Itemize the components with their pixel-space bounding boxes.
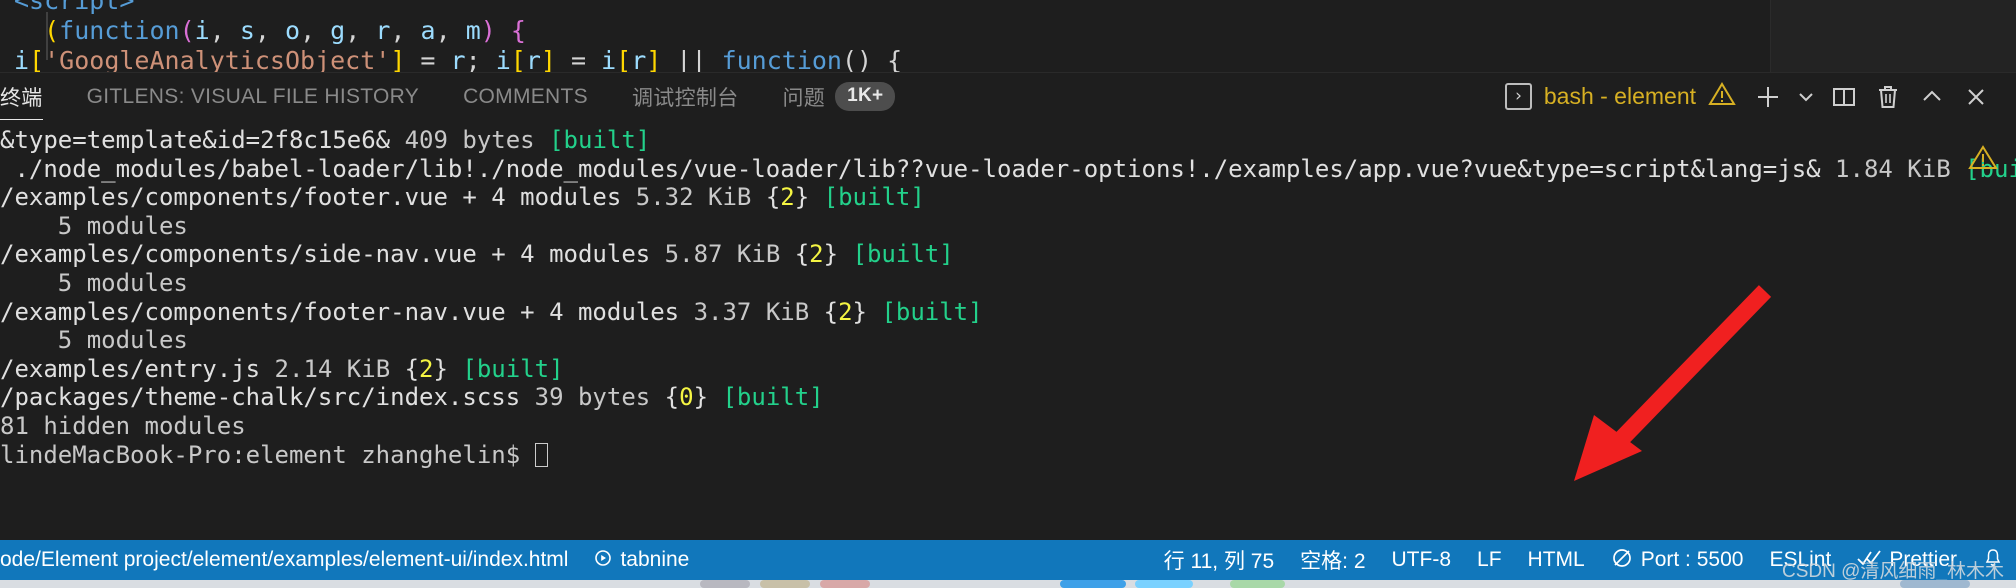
split-terminal-button[interactable] [1822,73,1866,121]
desktop-dock-sliver [0,580,2016,588]
panel-tab-bar: 终端 GITLENS: VISUAL FILE HISTORY COMMENTS 调试… [0,72,2016,121]
panel-tab-label: 调试控制台 [631,86,739,110]
terminal-dropdown-button[interactable] [1790,73,1822,121]
terminal-line: /packages/theme-chalk/src/index.scss 39 … [0,383,824,412]
panel-tab-1[interactable]: GITLENS: VISUAL FILE HISTORY [65,73,441,121]
warning-triangle-icon [1708,81,1736,112]
terminal-output[interactable]: &type=template&id=2f8c15e6& 409 bytes [b… [0,120,2016,540]
terminal-line: /examples/components/footer-nav.vue + 4 … [0,297,983,326]
kill-terminal-button[interactable] [1866,73,1910,121]
status-label: 空格: 2 [1300,550,1366,573]
panel-tabs: 终端 GITLENS: VISUAL FILE HISTORY COMMENTS 调试… [0,73,917,121]
code-editor-strip[interactable]: <script> (function(i, s, o, g, r, a, m) … [0,0,2016,72]
status-cursor-position[interactable]: 行 11, 列 75 [1151,540,1288,580]
status-indentation[interactable]: 空格: 2 [1287,540,1378,580]
terminal-selector[interactable]: › bash - element [1495,73,1746,121]
panel-tab-label: 问题 [782,86,826,110]
terminal-line: lindeMacBook-Pro:element zhanghelin$ [0,441,2016,470]
status-label: ode/Element project/element/examples/ele… [0,548,569,571]
panel-tab-label: COMMENTS [463,84,588,108]
terminal-line: &type=template&id=2f8c15e6& 409 bytes [b… [0,126,651,154]
status-bar: ode/Element project/element/examples/ele… [0,540,2016,580]
terminal-line: 5 modules [0,326,188,355]
editor-minimap[interactable] [1770,0,2016,72]
terminal-warning-marker [1968,144,1998,176]
code-line-2: (function(i, s, o, g, r, a, m) { [44,16,526,45]
terminal-line: 81 hidden modules [0,411,246,440]
code-line-3: i['GoogleAnalyticsObject'] = r; i[r] = i… [14,46,903,72]
terminal-prompt-icon: › [1504,83,1532,110]
terminal-cursor [534,442,548,467]
close-panel-button[interactable] [1954,73,1998,121]
new-terminal-button[interactable] [1746,73,1790,121]
status-label: HTML [1527,548,1585,571]
csdn-watermark: CSDN @清风细雨_林木木 [1782,561,2004,582]
status-bar-left: ode/Element project/element/examples/ele… [0,540,702,580]
panel-tab-0[interactable]: 终端 [0,73,65,121]
circle-play-icon [594,549,612,571]
status-label: LF [1477,548,1502,571]
status-language-mode[interactable]: HTML [1515,540,1598,580]
maximize-panel-button[interactable] [1910,73,1954,121]
status-file-path[interactable]: ode/Element project/element/examples/ele… [0,540,581,580]
panel-tab-4[interactable]: 问题 1K+ [760,73,917,121]
terminal-line: ./node_modules/babel-loader/lib!./node_m… [0,154,2016,183]
terminal-line: /examples/components/side-nav.vue + 4 mo… [0,240,954,269]
terminal-name-label: bash - element [1543,83,1696,109]
terminal-line: /examples/entry.js 2.14 KiB {2} [built] [0,354,564,383]
panel-actions: › bash - element [1495,73,2016,121]
terminal-line: /examples/components/footer.vue + 4 modu… [0,183,925,212]
status-label: UTF-8 [1391,548,1452,571]
status-tabnine[interactable]: tabnine [581,540,702,580]
status-live-server-port[interactable]: Port : 5500 [1598,540,1757,580]
panel-tab-label: 终端 [0,86,43,110]
panel-tab-label: GITLENS: VISUAL FILE HISTORY [86,84,420,108]
terminal-line: 5 modules [0,211,188,240]
terminal-lines: &type=template&id=2f8c15e6& 409 bytes [b… [0,126,2016,469]
panel-tab-2[interactable]: COMMENTS [441,73,610,121]
code-editor-text[interactable]: <script> (function(i, s, o, g, r, a, m) … [0,0,1770,72]
status-eol[interactable]: LF [1464,540,1515,580]
status-encoding[interactable]: UTF-8 [1379,540,1465,580]
terminal-line: 5 modules [0,268,188,297]
code-line-1: <script> [14,0,135,15]
panel-tab-3[interactable]: 调试控制台 [610,73,761,121]
broadcast-icon [1611,547,1633,573]
problems-count-badge: 1K+ [835,82,896,111]
status-label: Port : 5500 [1640,548,1744,571]
status-label: tabnine [620,548,690,571]
status-label: 行 11, 列 75 [1163,550,1275,573]
